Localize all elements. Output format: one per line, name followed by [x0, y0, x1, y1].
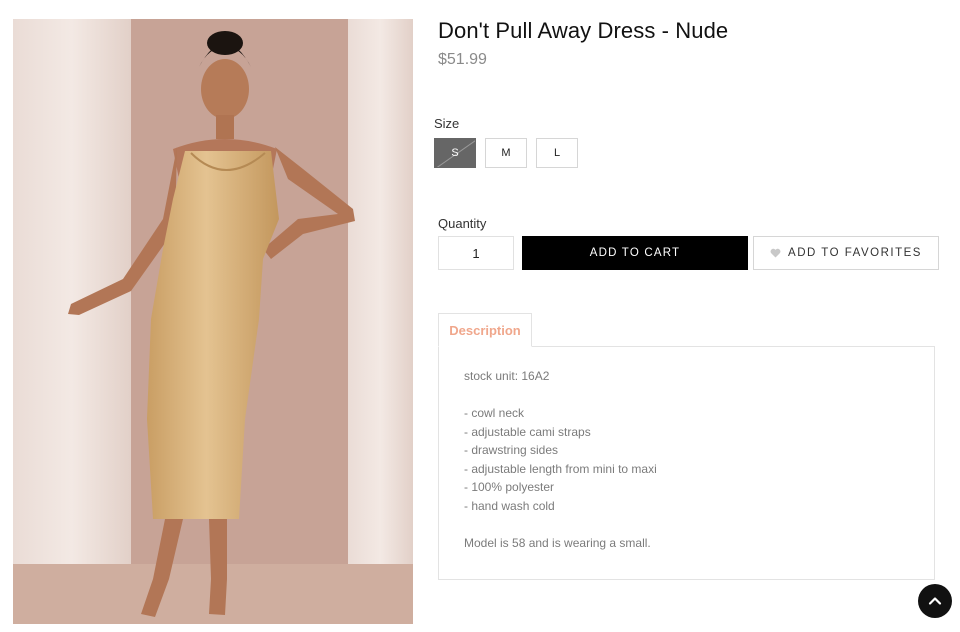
size-label: Size [434, 116, 460, 131]
tab-description[interactable]: Description [438, 313, 532, 347]
feature-item: - hand wash cold [464, 498, 555, 513]
product-image [13, 19, 413, 624]
heart-icon [770, 248, 781, 258]
product-title: Don't Pull Away Dress - Nude [438, 18, 729, 43]
feature-item: - adjustable length from mini to maxi [464, 461, 657, 476]
quantity-label: Quantity [438, 216, 487, 231]
add-to-favorites-label: ADD TO FAVORITES [788, 247, 922, 259]
feature-item: - cowl neck [464, 406, 525, 420]
description-panel: stock unit: 16A2 - cowl neck - adjustabl… [438, 346, 935, 580]
size-option-s[interactable]: S [434, 138, 476, 168]
size-option-l[interactable]: L [536, 138, 578, 168]
add-to-favorites-button[interactable]: ADD TO FAVORITES [753, 236, 939, 270]
chevron-up-icon [928, 597, 942, 605]
product-details: Don't Pull Away Dress - Nude $51.99 [438, 18, 938, 68]
size-option-label: L [553, 147, 561, 159]
size-option-label: S [451, 147, 459, 159]
add-to-cart-button[interactable]: ADD TO CART [522, 236, 748, 270]
feature-item: - 100% polyester [464, 480, 555, 494]
size-option-label: M [501, 147, 511, 159]
product-price: $51.99 [438, 51, 487, 68]
stock-unit: stock unit: 16A2 [464, 369, 550, 383]
size-options: S M L [434, 138, 578, 168]
feature-item: - drawstring sides [464, 443, 559, 457]
quantity-input[interactable] [438, 236, 514, 270]
product-photo-illustration [13, 19, 413, 624]
size-option-m[interactable]: M [485, 138, 527, 168]
scroll-to-top-button[interactable] [918, 584, 952, 618]
feature-item: - adjustable cami straps [464, 424, 591, 439]
model-note: Model is 58 and is wearing a small. [464, 535, 651, 550]
